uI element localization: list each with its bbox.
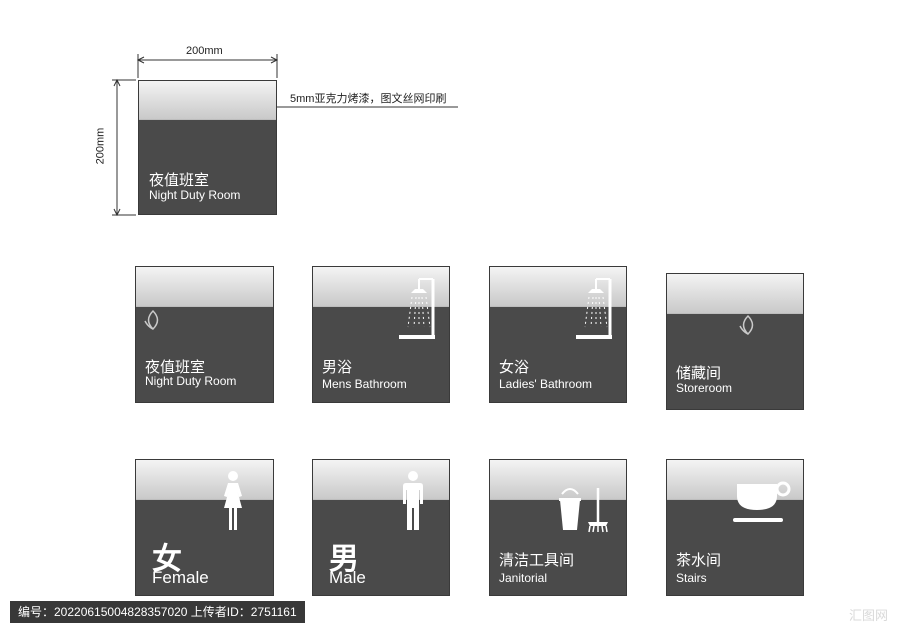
sign-cn-label: 清洁工具间 (499, 552, 575, 569)
acrylic-top-band (313, 460, 449, 500)
sign-en-label: Night Duty Room (145, 374, 237, 388)
sign-en-label: Ladies' Bathroom (499, 377, 593, 391)
sign-ladies-bathroom: 女浴 Ladies' Bathroom (489, 266, 627, 403)
sign-janitorial: 清洁工具间 Janitorial (489, 459, 627, 596)
sign-male: 男 Male (312, 459, 450, 596)
sign-cn-label: 男浴 (322, 359, 353, 376)
sign-cn-label: 储藏间 (676, 365, 722, 382)
footer: 编号：20220615004828357020 上传者ID：2751161 汇图… (0, 597, 900, 636)
acrylic-top-band (136, 460, 273, 500)
female-figure-icon (224, 471, 242, 530)
material-note: 5mm亚克力烤漆，图文丝网印刷 (290, 93, 447, 105)
sign-stairs: 茶水间 Stairs (666, 459, 804, 596)
acrylic-top-band (139, 81, 276, 120)
teacup-icon (733, 481, 791, 522)
sign-en-label: Storeroom (676, 381, 733, 395)
sign-en-label: Female (152, 568, 209, 587)
sign-female: 女 Female (135, 459, 274, 596)
bucket-mop-icon (559, 488, 608, 533)
watermark: 汇图网 (848, 608, 888, 623)
male-figure-icon (403, 471, 423, 530)
sign-en-label: Janitorial (499, 571, 548, 585)
sign-cn-label: 夜值班室 (149, 172, 210, 189)
sign-cn-label: 女浴 (499, 359, 530, 376)
leaf-logo-icon (144, 309, 159, 331)
sign-sample-night-duty: 夜值班室 Night Duty Room (138, 80, 277, 215)
width-dimension-label: 200mm (186, 45, 223, 57)
height-dimension-label: 200mm (94, 127, 107, 165)
shower-icon (576, 278, 612, 339)
upload-info-bar: 编号：20220615004828357020 上传者ID：2751161 (10, 601, 305, 623)
sign-en-label: Male (329, 568, 366, 587)
shower-icon (399, 278, 435, 339)
sign-night-duty: 夜值班室 Night Duty Room (135, 266, 274, 403)
leaf-logo-icon (739, 314, 754, 336)
sign-storeroom: 储藏间 Storeroom (666, 273, 804, 410)
acrylic-top-band (667, 274, 803, 314)
sign-cn-label: 茶水间 (676, 552, 722, 569)
sign-en-label: Mens Bathroom (322, 377, 407, 391)
sign-mens-bathroom: 男浴 Mens Bathroom (312, 266, 450, 403)
sign-en-label: Stairs (676, 571, 707, 585)
sign-en-label: Night Duty Room (149, 188, 241, 202)
acrylic-top-band (136, 267, 273, 307)
